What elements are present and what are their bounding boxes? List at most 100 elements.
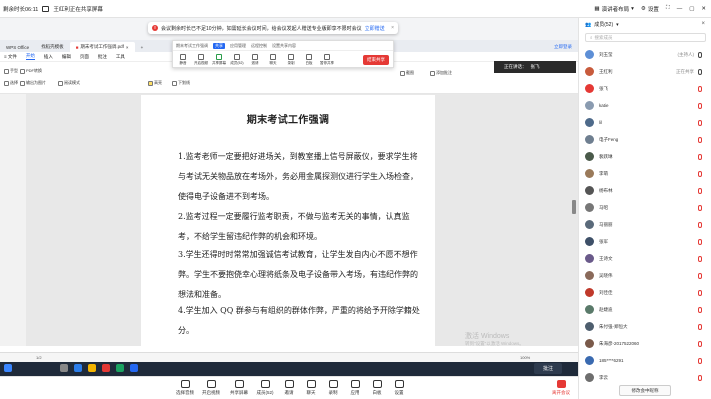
- member-search-input[interactable]: ⌕ 搜索成员: [585, 33, 706, 42]
- gift-now-link[interactable]: 立即赠送: [365, 25, 385, 32]
- tool-highlight[interactable]: 高亮: [148, 80, 162, 86]
- tool-select[interactable]: 选择: [4, 80, 18, 86]
- member-row[interactable]: 电子Feng: [579, 131, 711, 148]
- thumbnail-sidebar[interactable]: [0, 94, 26, 346]
- member-row[interactable]: 王诗文: [579, 250, 711, 267]
- wechat-icon[interactable]: [116, 364, 124, 372]
- microphone-icon[interactable]: [698, 255, 702, 262]
- microphone-icon[interactable]: [698, 204, 702, 211]
- menu-comment[interactable]: 批注: [98, 54, 107, 60]
- microphone-icon[interactable]: [698, 357, 702, 364]
- tool-underline[interactable]: 下划线: [172, 80, 190, 86]
- microphone-icon[interactable]: [698, 51, 702, 58]
- member-row[interactable]: 李萌: [579, 165, 711, 182]
- member-row[interactable]: 朱海彦-2017522060: [579, 335, 711, 352]
- member-row[interactable]: 赵婕迪: [579, 301, 711, 318]
- member-row[interactable]: 吴晓伟: [579, 267, 711, 284]
- menu-tools[interactable]: 工具: [116, 54, 125, 60]
- speaker-layout-button[interactable]: ▦ 演讲者布局 ▾: [594, 5, 633, 13]
- microphone-icon[interactable]: [698, 374, 702, 381]
- member-row[interactable]: 王红利 正在共享: [579, 63, 711, 80]
- microphone-icon[interactable]: [698, 68, 702, 75]
- microphone-icon[interactable]: [698, 221, 702, 228]
- tab-template[interactable]: 找稻壳模板: [35, 42, 70, 52]
- microphone-icon[interactable]: [698, 85, 702, 92]
- whiteboard-button[interactable]: 白板: [301, 54, 317, 66]
- tool-read-mode[interactable]: 阅读模式: [58, 80, 80, 86]
- tab-pdf-document[interactable]: ■ 期末考试工作强调.pdf ×: [69, 42, 135, 52]
- tool-hand[interactable]: 手型: [4, 68, 18, 74]
- member-row[interactable]: 刘玉莹 (主持人): [579, 46, 711, 63]
- wps-icon[interactable]: [102, 364, 110, 372]
- microphone-icon[interactable]: [698, 170, 702, 177]
- tab-remote-control[interactable]: 远程控制: [251, 43, 267, 49]
- menu-insert[interactable]: 插入: [44, 54, 53, 60]
- microphone-icon[interactable]: [698, 306, 702, 313]
- member-row[interactable]: 马昭: [579, 199, 711, 216]
- minimize-button[interactable]: —: [677, 6, 683, 12]
- fullscreen-icon[interactable]: ⛶: [666, 5, 670, 12]
- edge-icon[interactable]: [74, 364, 82, 372]
- video-button[interactable]: 开启视频: [193, 54, 209, 66]
- tool-export-image[interactable]: 输出为图片: [20, 80, 46, 86]
- pause-share-button[interactable]: 暂停共享: [319, 54, 335, 66]
- member-row[interactable]: 李云: [579, 369, 711, 386]
- member-row[interactable]: 张飞: [579, 80, 711, 97]
- leave-meeting-button[interactable]: 离开会议: [548, 380, 574, 396]
- invite-button[interactable]: 邀请: [247, 54, 263, 66]
- microphone-icon[interactable]: [698, 272, 702, 279]
- microphone-icon[interactable]: [698, 289, 702, 296]
- tool-screenshot[interactable]: 截图: [400, 70, 414, 76]
- member-row[interactable]: 朱付强-郑恒大: [579, 318, 711, 335]
- chat-button[interactable]: 聊天: [265, 54, 281, 66]
- pdf-page[interactable]: 期末考试工作强调 1.监考老师一定要把好进场关，到教室播上信号屏蔽仪，要求学生将…: [141, 95, 435, 346]
- tool-add-comment[interactable]: 添加批注: [430, 70, 452, 76]
- member-row[interactable]: 张军: [579, 233, 711, 250]
- member-row[interactable]: 185****6291: [579, 352, 711, 369]
- microphone-icon[interactable]: [698, 102, 702, 109]
- rename-button[interactable]: 修改会中昵称: [619, 385, 671, 396]
- login-button[interactable]: 立即登录: [554, 42, 578, 52]
- chevron-down-icon[interactable]: ▾: [616, 22, 619, 28]
- maximize-button[interactable]: ▢: [689, 6, 694, 12]
- microphone-icon[interactable]: [698, 323, 702, 330]
- annotate-button[interactable]: 批注: [534, 363, 562, 374]
- menu-page[interactable]: 页面: [80, 54, 89, 60]
- record-button[interactable]: 录制: [283, 54, 299, 66]
- settings-button[interactable]: 设置: [386, 380, 412, 396]
- member-row[interactable]: 杨布林: [579, 182, 711, 199]
- microphone-icon[interactable]: [698, 136, 702, 143]
- mute-button[interactable]: 静音: [175, 54, 191, 66]
- member-row[interactable]: 刘佳佳: [579, 284, 711, 301]
- share-screen-button[interactable]: 共享屏幕: [226, 380, 252, 396]
- folder-icon[interactable]: [88, 364, 96, 372]
- microphone-icon[interactable]: [698, 238, 702, 245]
- meeting-app-icon[interactable]: [130, 364, 138, 372]
- close-button[interactable]: ✕: [701, 6, 706, 12]
- tab-wps-office[interactable]: WPS Office: [0, 42, 35, 52]
- start-icon[interactable]: [4, 364, 12, 372]
- settings-button[interactable]: ⚙ 设置: [641, 5, 659, 13]
- member-row[interactable]: 裴跃琳: [579, 148, 711, 165]
- microphone-icon[interactable]: [698, 187, 702, 194]
- close-icon[interactable]: ×: [701, 21, 705, 27]
- tab-share-content[interactable]: 设置共享内容: [272, 43, 296, 49]
- member-row[interactable]: lil: [579, 114, 711, 131]
- task-view-icon[interactable]: [60, 364, 68, 372]
- vertical-scrollbar[interactable]: [572, 200, 576, 214]
- audio-button[interactable]: 选择音频: [172, 380, 198, 396]
- microphone-icon[interactable]: [698, 153, 702, 160]
- zoom-level[interactable]: 100%: [520, 355, 530, 360]
- member-row[interactable]: katie: [579, 97, 711, 114]
- stop-share-button[interactable]: 结束共享: [363, 55, 389, 65]
- close-icon[interactable]: ×: [126, 45, 129, 50]
- microphone-icon[interactable]: [698, 119, 702, 126]
- members-button[interactable]: 成员(52): [252, 380, 278, 396]
- page-indicator[interactable]: 1/2: [36, 355, 42, 360]
- new-tab-button[interactable]: +: [135, 42, 150, 52]
- share-screen-button[interactable]: 共享屏幕: [211, 54, 227, 66]
- menu-edit[interactable]: 编辑: [62, 54, 71, 60]
- microphone-icon[interactable]: [698, 340, 702, 347]
- tool-pdf-convert[interactable]: PDF转换: [20, 68, 42, 74]
- menu-file[interactable]: ≡ 文件: [4, 54, 17, 60]
